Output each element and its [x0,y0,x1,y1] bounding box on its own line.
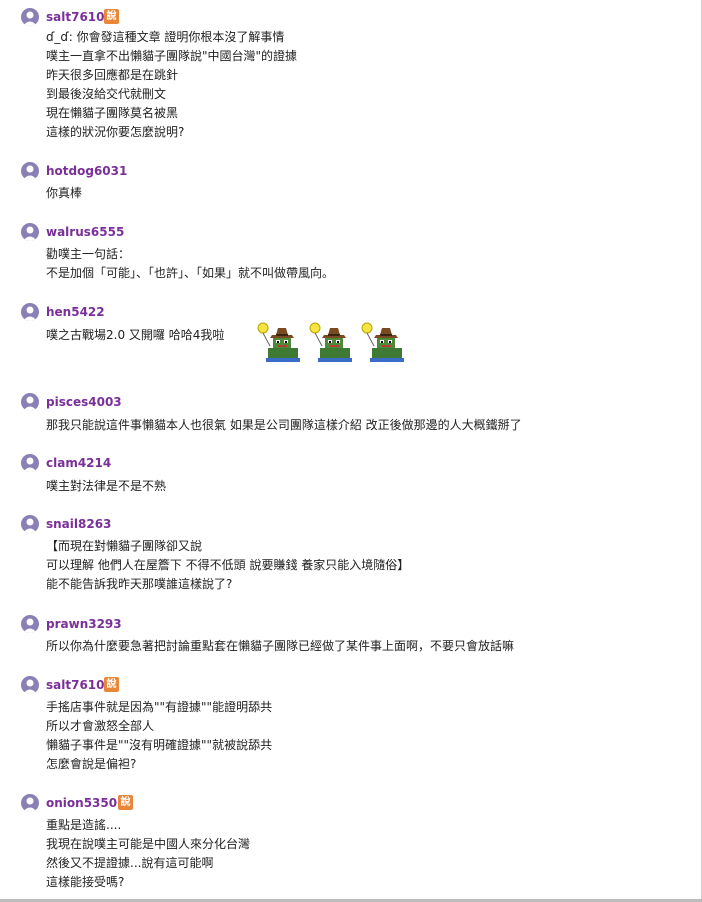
comment-text: 懶貓子事件是""沒有明確證據""就被說舔共 [46,738,273,752]
username[interactable]: pisces4003 [46,393,122,411]
avatar[interactable] [21,515,39,533]
avatar[interactable] [21,393,39,411]
avatar[interactable] [21,454,39,472]
comment-text: 能不能告訴我昨天那噗誰這樣說了? [46,577,233,591]
comment-text: 不是加個「可能」、「也許」、「如果」就不叫做帶風向。 [46,266,335,280]
username[interactable]: onion5350 [46,794,117,812]
comment-text: 那我只能說這件事懶貓本人也很氣 如果是公司團隊這樣介紹 改正後做那邊的人大概鐵掰… [46,418,522,432]
op-badge: 說 [104,677,119,692]
comment-text: 手搖店事件就是因為""有證據""能證明舔共 [46,700,273,714]
avatar[interactable] [21,162,39,180]
username[interactable]: prawn3293 [46,615,122,633]
comment-text: 怎麼會說是偏袒? [46,757,137,771]
avatar[interactable] [21,303,39,321]
op-badge: 說 [118,795,133,810]
comment-text: 噗主對法律是不是不熟 [46,479,167,493]
comment-text: 我現在說噗主可能是中國人來分化台灣 [46,837,251,851]
avatar[interactable] [21,223,39,241]
avatar[interactable] [21,615,39,633]
comment-text: 你真棒 [46,186,83,200]
comment-text: 噗主一直拿不出懶貓子團隊說"中國台灣"的證據 [46,49,298,63]
comment-text: 現在懶貓子團隊莫名被黑 [46,106,179,120]
frog-cowboy-sticker [256,322,416,370]
comment-text: 重點是造謠.... [46,818,122,832]
comment-text: 所以才會激怒全部人 [46,719,155,733]
avatar[interactable] [21,676,39,694]
comment-text: 可以理解 他們人在屋簷下 不得不低頭 說要賺錢 養家只能入境隨俗】 [46,558,410,572]
username[interactable]: salt7610 [46,676,105,694]
comment-text: ɗ_ɗ: 你會發這種文章 證明你根本沒了解事情 [46,30,285,44]
comment-text: 勸噗主一句話： [46,247,131,261]
username[interactable]: hotdog6031 [46,162,127,180]
username[interactable]: salt7610 [46,8,105,26]
username[interactable]: hen5422 [46,303,105,321]
op-badge: 說 [104,9,119,24]
comment-text: 【而現在對懶貓子團隊卻又說 [46,539,203,553]
avatar[interactable] [21,794,39,812]
username[interactable]: snail8263 [46,515,111,533]
comment-text: 噗之古戰場2.0 又開囉 哈哈4我啦 [46,328,225,342]
username[interactable]: clam4214 [46,454,111,472]
comment-text: 這樣能接受嗎? [46,875,125,889]
comment-text: 昨天很多回應都是在跳針 [46,68,179,82]
comment-text: 然後又不提證據...說有這可能啊 [46,856,214,870]
comment-text: 到最後沒給交代就刪文 [46,87,167,101]
username[interactable]: walrus6555 [46,223,124,241]
comment-text: 所以你為什麼要急著把討論重點套在懶貓子團隊已經做了某件事上面啊，不要只會放話嘛 [46,639,515,653]
avatar[interactable] [21,8,39,26]
comment-text: 這樣的狀況你要怎麼說明? [46,125,185,139]
